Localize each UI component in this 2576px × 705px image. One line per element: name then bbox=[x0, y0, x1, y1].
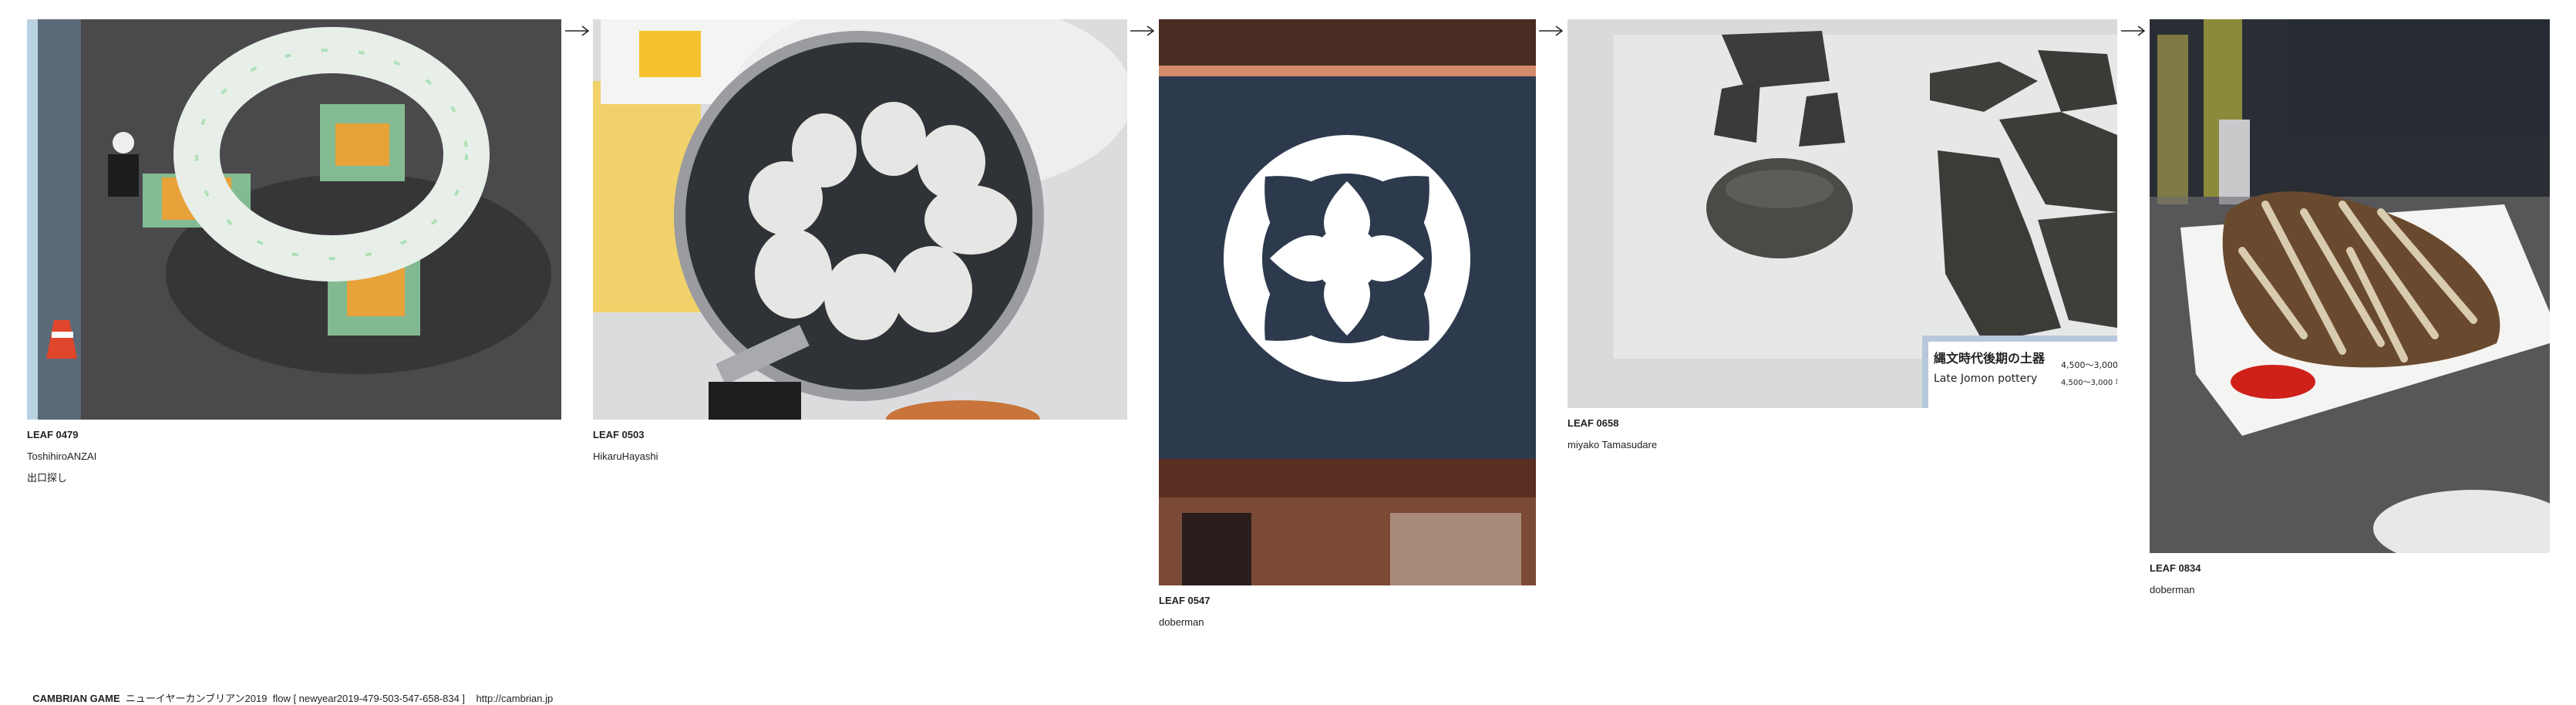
footer-event: ニューイヤーカンブリアン2019 bbox=[125, 693, 268, 704]
right-arrow-icon bbox=[2121, 25, 2146, 36]
pottery-label-jp: 縄文時代後期の土器 bbox=[1934, 351, 2046, 366]
pottery-photo: 縄文時代後期の土器 Late Jomon pottery 4,500～3,000… bbox=[1567, 19, 2117, 408]
pottery-label-plate: 縄文時代後期の土器 Late Jomon pottery 4,500～3,000… bbox=[1922, 336, 2117, 408]
road-pipe-photo bbox=[27, 19, 561, 420]
leaf-id: LEAF 0658 bbox=[1567, 417, 1619, 429]
footer-game: CAMBRIAN GAME bbox=[32, 693, 120, 704]
leaf-id: LEAF 0503 bbox=[593, 429, 645, 440]
leaf-author[interactable]: miyako Tamasudare bbox=[1567, 439, 1657, 451]
leaf-photo-0479[interactable] bbox=[27, 19, 561, 420]
leaf-id: LEAF 0834 bbox=[2150, 562, 2201, 574]
leaf-photo-0658[interactable]: 縄文時代後期の土器 Late Jomon pottery 4,500～3,000… bbox=[1567, 19, 2117, 408]
pottery-label-range2: 4,500～3,000 年 bbox=[2061, 377, 2117, 387]
footer-flow: flow [ newyear2019-479-503-547-658-834 ] bbox=[272, 693, 466, 704]
logo-sign-photo bbox=[1159, 19, 1536, 585]
pottery-label-range1: 4,500～3,000 bbox=[2061, 360, 2117, 370]
flower-logo bbox=[1224, 135, 1470, 382]
leaf-author[interactable]: doberman bbox=[1159, 616, 1204, 629]
pottery-label-en: Late Jomon pottery bbox=[1934, 373, 2037, 385]
leaf-photo-0834[interactable] bbox=[2150, 19, 2550, 553]
footer: CAMBRIAN GAME ニューイヤーカンブリアン2019 flow [ ne… bbox=[27, 679, 553, 705]
right-arrow-icon bbox=[565, 25, 590, 36]
footer-url-link[interactable]: http://cambrian.jp bbox=[476, 693, 554, 704]
leaf-author[interactable]: HikaruHayashi bbox=[593, 450, 658, 463]
leaf-title: 出口探し bbox=[27, 472, 68, 484]
leaf-photo-0547[interactable] bbox=[1159, 19, 1536, 585]
eggs-pot-photo bbox=[593, 19, 1127, 420]
leaf-id: LEAF 0547 bbox=[1159, 595, 1211, 606]
right-arrow-icon bbox=[1130, 25, 1155, 36]
ribs-plate-photo bbox=[2150, 19, 2550, 553]
leaf-id: LEAF 0479 bbox=[27, 429, 79, 440]
leaf-author[interactable]: doberman bbox=[2150, 584, 2195, 596]
right-arrow-icon bbox=[1539, 25, 1564, 36]
leaf-author[interactable]: ToshihiroANZAI bbox=[27, 450, 96, 463]
leaf-photo-0503[interactable] bbox=[593, 19, 1127, 420]
